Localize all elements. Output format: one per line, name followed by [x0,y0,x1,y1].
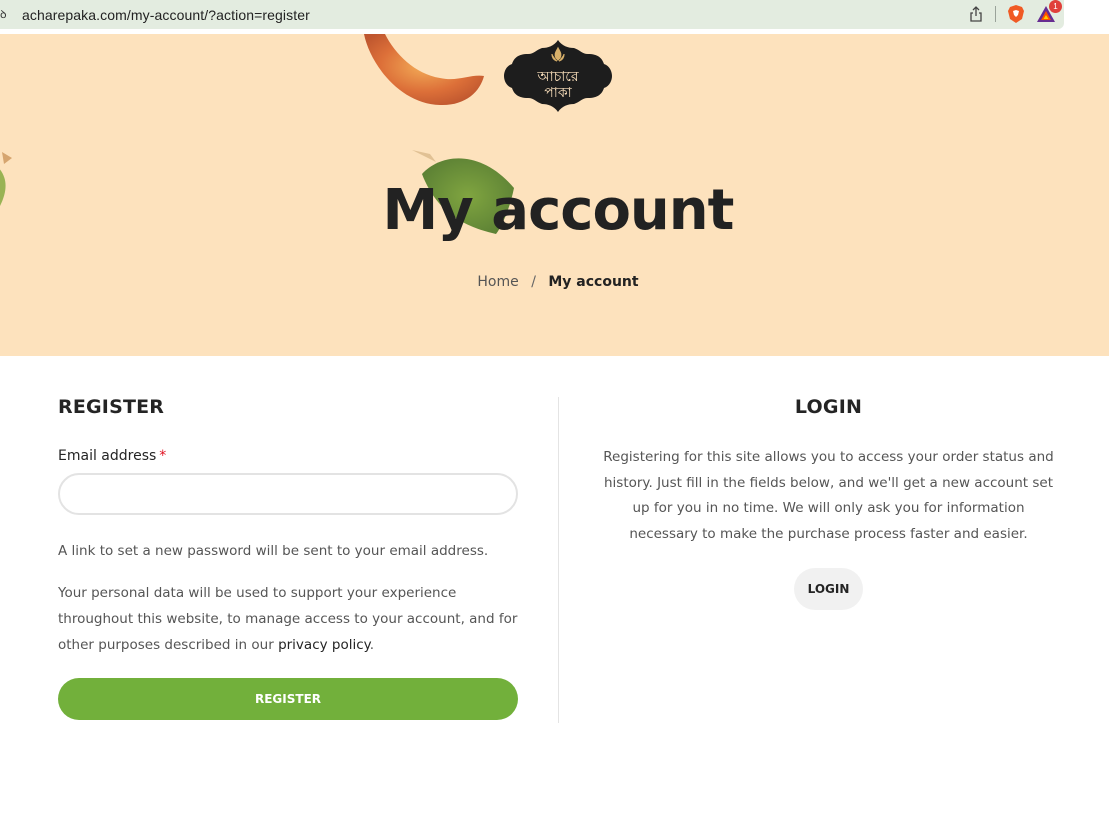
register-heading: REGISTER [58,396,165,418]
register-section: REGISTER Email address * A link to set a … [58,396,518,720]
email-label-text: Email address [58,448,157,464]
login-section: LOGIN Registering for this site allows y… [599,396,1058,610]
breadcrumb: Home / My account [0,274,1109,290]
password-note: A link to set a new password will be sen… [58,543,489,559]
breadcrumb-current: My account [548,274,639,290]
logo-text-line2: পাকা [544,85,572,101]
login-intro-text: Registering for this site allows you to … [603,449,1054,543]
brave-shield-icon[interactable] [1006,4,1026,24]
rewards-badge: 1 [1049,0,1062,13]
bat-rewards-icon[interactable]: 1 [1036,0,1062,24]
login-button[interactable]: LOGIN [793,567,864,610]
required-marker: * [159,448,167,464]
privacy-policy-link[interactable]: privacy policy [278,637,370,653]
page-hero: আচারে পাকা My account Home / My account [0,34,1109,356]
privacy-notice: Your personal data will be used to suppo… [58,580,518,658]
browser-toolbar-icons: 1 [967,0,1062,24]
logo-text-line1: আচারে [537,69,579,85]
site-logo[interactable]: আচারে পাকা [502,38,614,114]
breadcrumb-separator: / [531,274,536,290]
email-label: Email address * [58,448,518,464]
site-info-icon[interactable]: ꝺ [0,7,14,22]
page-title: My account [382,178,735,243]
url-text[interactable]: acharepaka.com/my-account/?action=regist… [22,7,310,23]
browser-toolbar-strip [1064,0,1109,29]
toolbar-divider [995,6,996,22]
register-button[interactable]: REGISTER [58,678,518,720]
email-field[interactable] [58,473,518,515]
chili-decoration [364,34,484,106]
breadcrumb-home-link[interactable]: Home [477,274,518,290]
privacy-end: . [369,637,375,653]
browser-address-bar[interactable]: ꝺ acharepaka.com/my-account/?action=regi… [0,0,1064,29]
column-divider [558,397,559,723]
login-heading: LOGIN [794,396,863,418]
share-icon[interactable] [967,5,985,23]
